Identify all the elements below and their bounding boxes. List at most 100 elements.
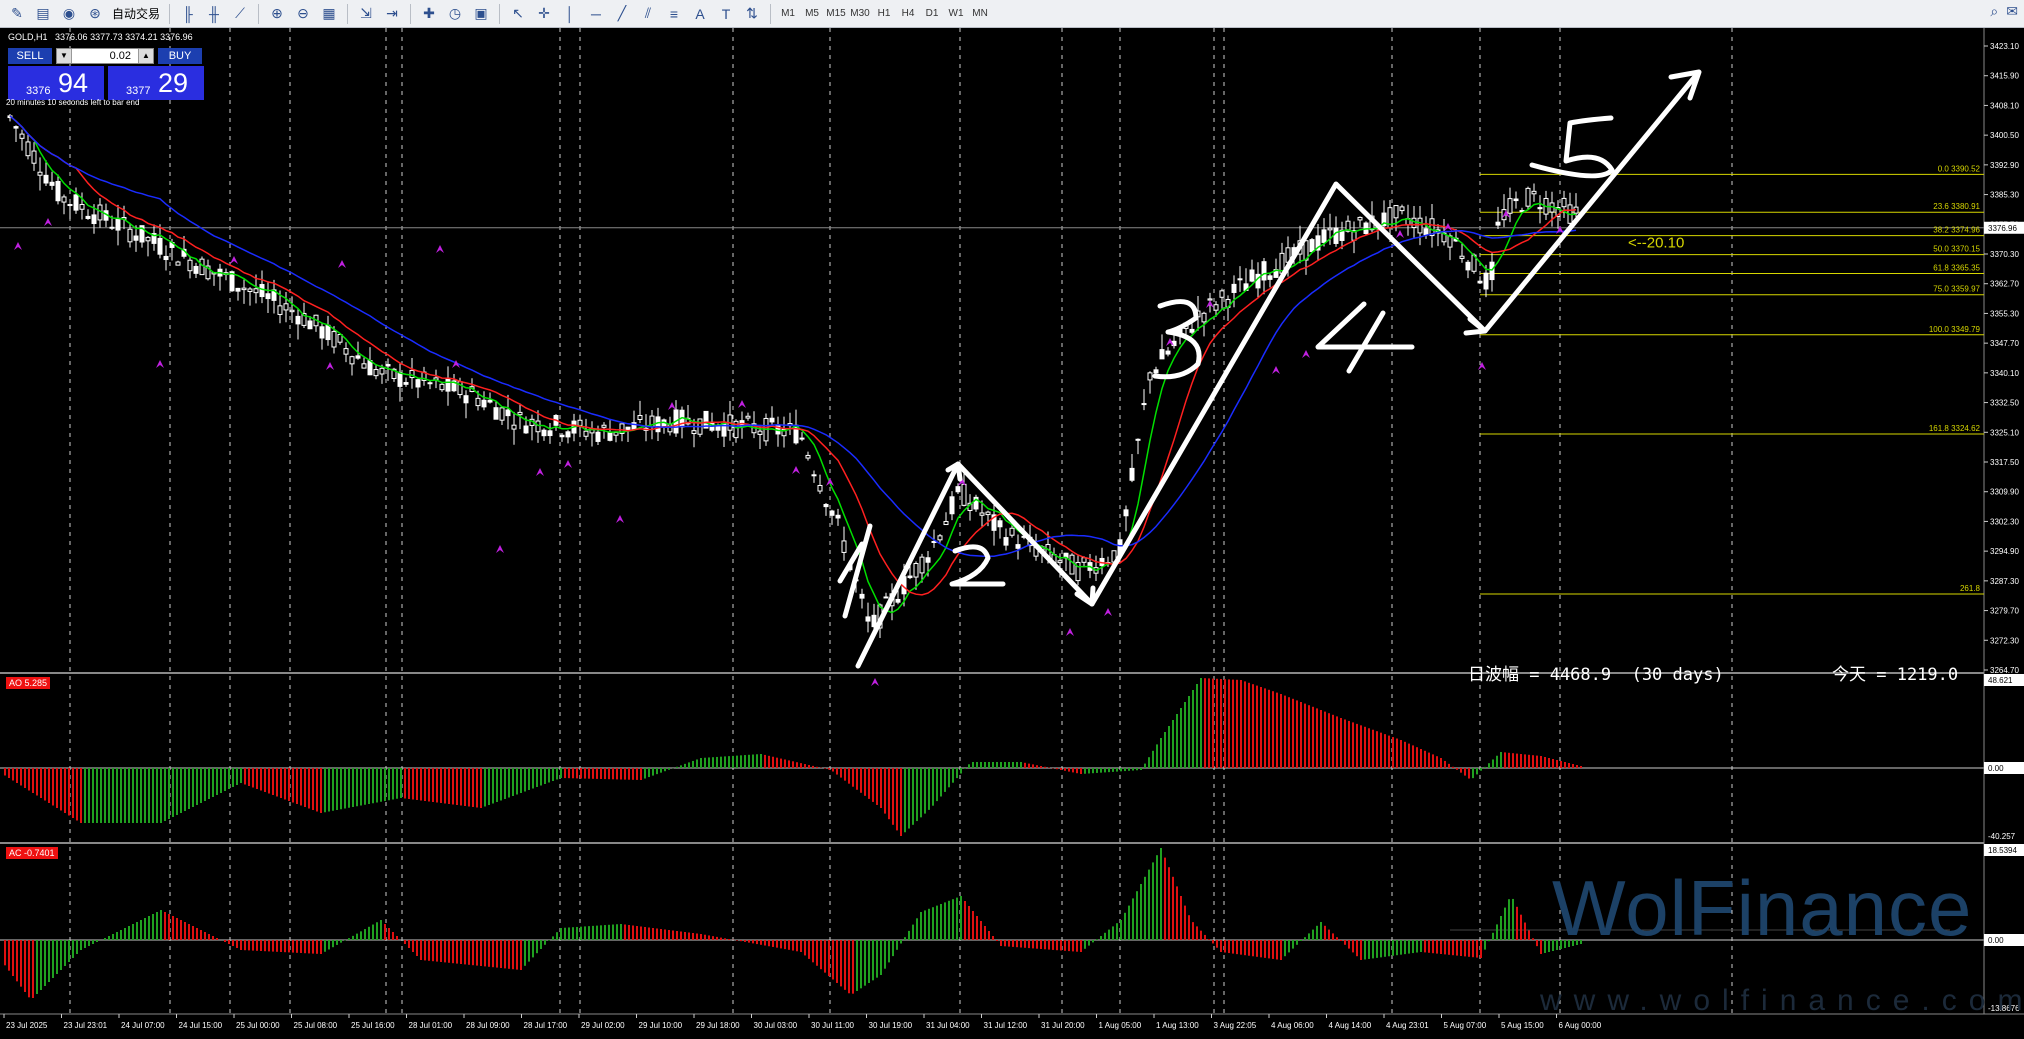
chart-shift-icon[interactable]: ⇥ [381, 3, 403, 25]
horizontal-line-icon[interactable]: ─ [585, 3, 607, 25]
tf-m5[interactable]: M5 [801, 4, 823, 24]
periods-icon[interactable]: ◷ [444, 3, 466, 25]
ao-bar [988, 762, 990, 768]
tf-h4[interactable]: H4 [897, 4, 919, 24]
candle-body [74, 195, 78, 210]
ao-bar [1244, 681, 1246, 768]
ac-bar [1000, 940, 1002, 946]
ao-bar [1248, 683, 1250, 768]
cursor-icon[interactable]: ↖ [507, 3, 529, 25]
ao-bar [1084, 768, 1086, 774]
fib-level-label: 38.2 3374.96 [1933, 226, 1980, 235]
vertical-line-icon[interactable]: │ [559, 3, 581, 25]
chart-window[interactable]: 0.0 3390.5223.6 3380.9138.2 3374.9650.0 … [0, 28, 2024, 1034]
candle-body [584, 431, 588, 436]
ac-bar [720, 938, 722, 940]
ac-bar [676, 931, 678, 940]
ac-bar [684, 932, 686, 940]
ac-bar [1020, 940, 1022, 948]
line-chart-icon[interactable]: ⟋ [229, 3, 251, 25]
tf-m15[interactable]: M15 [825, 4, 847, 24]
tile-windows-icon[interactable]: ▦ [318, 3, 340, 25]
lot-increase-icon[interactable]: ▲ [138, 49, 153, 63]
arrows-icon[interactable]: ⇅ [741, 3, 763, 25]
ao-bar [412, 768, 414, 800]
ao-bar [1528, 755, 1530, 768]
sell-quote[interactable]: 3376 94 [8, 66, 104, 100]
candle-body [92, 215, 96, 224]
ac-bar [368, 927, 370, 940]
ao-bar [100, 768, 102, 823]
ac-bar [1124, 913, 1126, 940]
text-tool-icon[interactable]: A [689, 3, 711, 25]
ao-bar [244, 768, 246, 785]
ac-bar [304, 940, 306, 953]
price-tick-label: 3325.10 [1990, 428, 2019, 437]
lot-size-field[interactable]: ▼ 0.02 ▲ [56, 48, 154, 64]
candle-body [158, 238, 162, 254]
sell-button[interactable]: SELL [8, 48, 52, 64]
price-tick-label: 3355.30 [1990, 309, 2019, 318]
chat-icon[interactable]: ✉ [2006, 3, 2018, 20]
candle-body [944, 522, 948, 525]
candle-body [428, 383, 432, 384]
ac-bar [1160, 848, 1162, 940]
tf-m30[interactable]: M30 [849, 4, 871, 24]
ao-bar [392, 768, 394, 800]
trendline-icon[interactable]: ╱ [611, 3, 633, 25]
ao-bar [1388, 736, 1390, 768]
auto-trading-button[interactable]: 自动交易 [108, 5, 164, 22]
ao-bar [556, 768, 558, 780]
tf-mn[interactable]: MN [969, 4, 991, 24]
ac-bar [1012, 940, 1014, 947]
text-label-icon[interactable]: T [715, 3, 737, 25]
channel-icon[interactable]: ⫽ [637, 3, 659, 25]
candle-body [800, 438, 804, 439]
candle-body [1514, 199, 1518, 201]
auto-trading-icon[interactable]: ⊛ [84, 3, 106, 25]
crosshair-icon[interactable]: ✛ [533, 3, 555, 25]
fibonacci-icon[interactable]: ≡ [663, 3, 685, 25]
ao-bar [1280, 694, 1282, 768]
new-chart-icon[interactable]: ✎ [6, 3, 28, 25]
buy-button[interactable]: BUY [158, 48, 202, 64]
tf-h1[interactable]: H1 [873, 4, 895, 24]
lot-decrease-icon[interactable]: ▼ [57, 49, 72, 63]
search-icon[interactable]: ⌕ [1990, 3, 1998, 20]
ac-bar [1008, 940, 1010, 947]
zoom-out-icon[interactable]: ⊖ [292, 3, 314, 25]
ao-bar [448, 768, 450, 804]
candle-body [626, 427, 630, 430]
market-watch-icon[interactable]: ◉ [58, 3, 80, 25]
ac-bar [404, 940, 406, 944]
profiles-icon[interactable]: ▤ [32, 3, 54, 25]
bar-chart-icon[interactable]: ╟ [177, 3, 199, 25]
ac-bar [708, 935, 710, 940]
indicators-icon[interactable]: ✚ [418, 3, 440, 25]
watermark-brand: WolFinance [1552, 863, 1972, 954]
ac-bar [68, 940, 70, 962]
ac-bar [796, 940, 798, 951]
ao-bar [48, 768, 50, 803]
templates-icon[interactable]: ▣ [470, 3, 492, 25]
ac-bar [1100, 936, 1102, 940]
ac-bar [1264, 940, 1266, 958]
ac-bar [936, 906, 938, 940]
ac-bar [160, 910, 162, 940]
buy-quote[interactable]: 3377 29 [108, 66, 204, 100]
tf-m1[interactable]: M1 [777, 4, 799, 24]
price-tick-label: 3287.30 [1990, 577, 2019, 586]
time-tick-label: 5 Aug 07:00 [1444, 1021, 1487, 1030]
ac-bar [76, 940, 78, 954]
candlestick-icon[interactable]: ╫ [203, 3, 225, 25]
zoom-in-icon[interactable]: ⊕ [266, 3, 288, 25]
candle-body [290, 310, 294, 311]
autoscroll-icon[interactable]: ⇲ [355, 3, 377, 25]
candle-body [1478, 281, 1482, 283]
ac-bar [760, 940, 762, 945]
tf-d1[interactable]: D1 [921, 4, 943, 24]
ac-bar [1464, 940, 1466, 956]
tf-w1[interactable]: W1 [945, 4, 967, 24]
ao-bar [488, 768, 490, 805]
ao-bar [456, 768, 458, 805]
